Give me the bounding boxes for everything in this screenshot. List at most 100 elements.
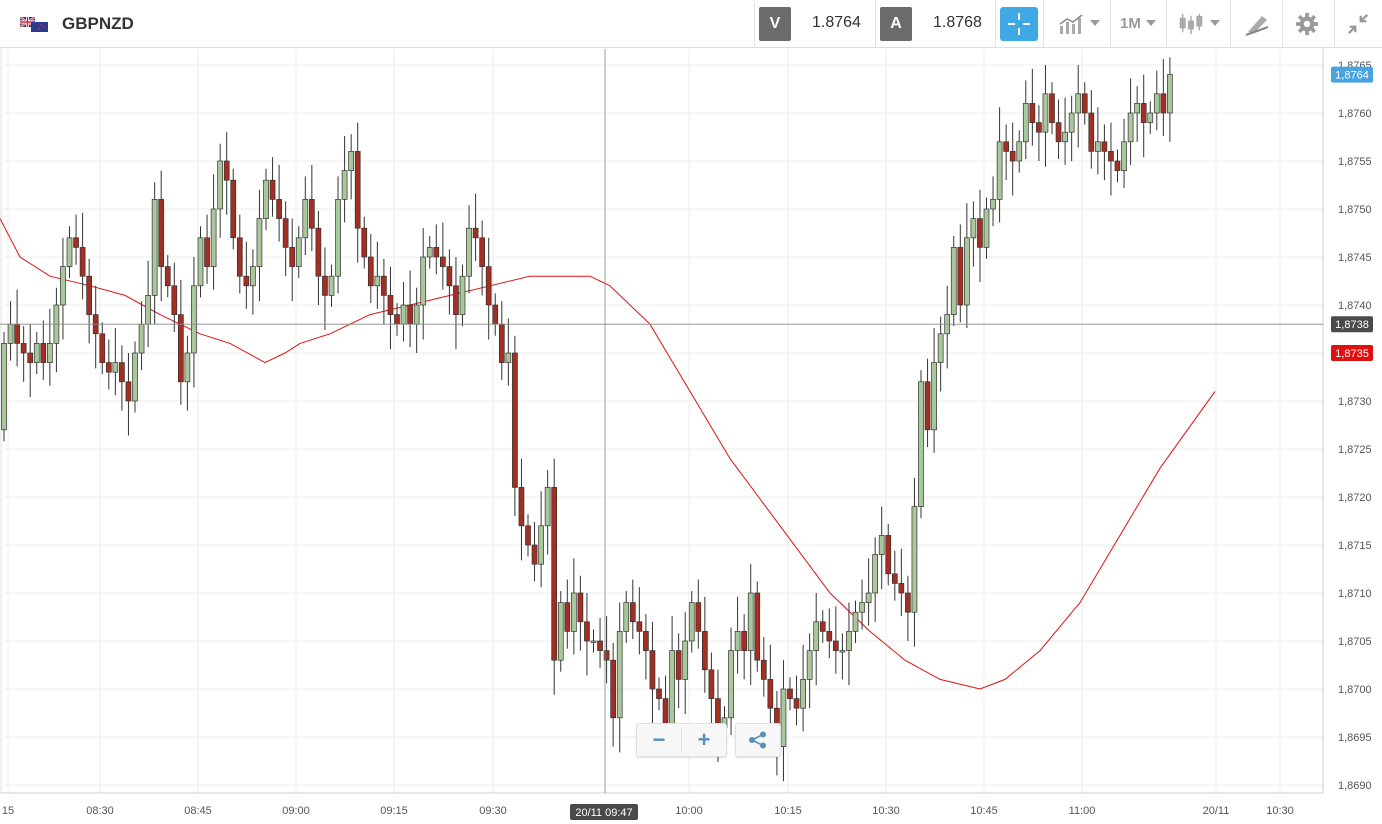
candle-body [1049,93,1055,123]
draw-tools-icon[interactable] [1244,12,1270,36]
candle-body [138,323,145,354]
candle-body [105,362,112,373]
candle-body [682,640,689,680]
candle-body [505,352,512,363]
share-icon[interactable] [748,731,768,749]
candle-body [931,362,937,431]
instrument-symbol: GBPNZD [62,14,134,33]
chart-type-icon[interactable] [1058,12,1084,36]
candle-body [846,631,852,651]
candle-body [878,535,885,555]
chart-type-caret-icon[interactable] [1090,20,1100,26]
candle-body [636,621,643,632]
candle-body [937,333,944,363]
zoom-in-button[interactable]: + [682,724,726,756]
candle-body [381,275,387,296]
x-tick-label: 09:15 [380,805,408,817]
candle-body [1121,141,1127,171]
collapse-icon[interactable] [1345,12,1371,36]
sell-label[interactable]: V [759,7,791,41]
candle-body [977,218,983,248]
y-tick-label: 1,8705 [1338,636,1372,648]
candle-body [885,535,892,575]
candle-body [164,266,171,287]
toolbar-divider [1334,0,1335,47]
candle-body [112,362,119,373]
candle-body [911,506,918,613]
crosshair-icon [1008,13,1030,35]
candle-body [73,237,79,248]
candle-body [584,621,590,642]
candle-body [86,275,93,315]
candle-body [440,256,446,267]
candle-body [479,237,485,267]
candle-body [551,487,558,661]
candle-body [629,602,636,623]
price-chart[interactable]: 1,87651,87601,87551,87501,87451,87401,87… [0,49,1382,824]
candle-body [1009,151,1016,162]
uk-nz-flag-icon [20,17,48,32]
candle-body [950,247,957,315]
moving-average-line [0,218,1216,690]
candle-body [446,266,453,287]
timeframe-selector[interactable]: 1M [1120,15,1141,32]
candle-body [616,631,623,719]
candle-body [453,285,459,315]
candle-body [178,314,184,383]
candle-body [492,304,499,325]
candle-body [780,688,787,747]
gear-icon[interactable] [1294,12,1320,36]
candle-body [643,631,649,651]
sell-price[interactable]: 1.8764 [812,14,861,32]
zoom-controls: − + [636,723,727,757]
y-tick-label: 1,8725 [1338,444,1372,456]
candle-body [800,679,806,709]
candle-body [806,650,813,680]
toolbar-divider [995,0,996,47]
candlestick-icon[interactable] [1178,12,1204,36]
candle-body [79,247,86,277]
candle-body [734,631,741,651]
share-control [735,723,781,757]
buy-label[interactable]: A [880,7,912,41]
crosshair-button[interactable] [1000,7,1038,41]
candle-body [512,352,518,488]
candle-body [767,679,774,709]
candle-body [46,343,53,363]
candle-body [132,352,138,402]
candle-body [250,266,256,287]
candle-body [701,631,708,671]
candle-body [839,650,846,653]
candle-body [309,199,315,229]
candle-body [905,592,911,613]
candle-body [191,285,197,354]
last-price-label: 1,8764 [1335,70,1369,82]
candle-body [27,352,34,363]
candle-body [426,247,433,258]
candle-body [328,275,335,296]
candle-body [1147,112,1154,123]
candle-body [361,227,368,258]
candle-body [741,631,748,651]
candle-body [14,323,20,344]
candle-body [413,304,420,325]
candle-body [158,199,165,267]
candle-body [564,602,571,632]
candle-body [538,525,544,565]
candle-body [695,602,702,632]
candle-body [7,323,14,344]
candle-body [747,592,754,651]
candle-body [1029,103,1036,123]
candle-body [531,544,538,565]
candle-body [171,285,178,315]
candle-body [1062,131,1068,143]
buy-price[interactable]: 1.8768 [933,14,982,32]
toolbar-divider [1110,0,1111,47]
x-tick-label: 15 [2,805,14,817]
candlestick-caret-icon[interactable] [1210,20,1220,26]
candle-body [335,199,341,277]
zoom-out-button[interactable]: − [637,724,681,756]
candle-body [20,343,27,354]
candle-body [197,237,204,287]
timeframe-caret-icon[interactable] [1146,20,1156,26]
